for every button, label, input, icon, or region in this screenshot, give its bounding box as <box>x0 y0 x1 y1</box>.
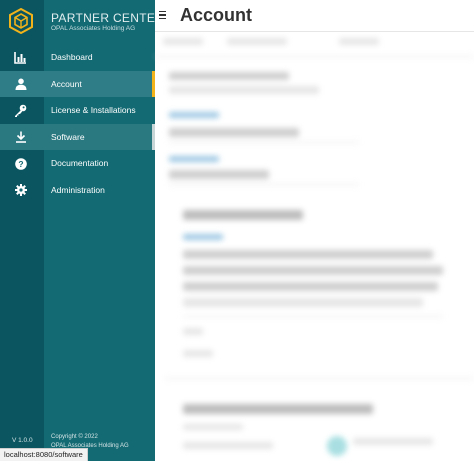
copyright-line: Copyright © 2022 <box>51 434 98 440</box>
download-icon <box>14 131 27 144</box>
sidebar-item-dashboard[interactable]: Dashboard <box>0 44 155 71</box>
blurred-account-content <box>155 32 474 461</box>
page-title: Account <box>180 5 252 25</box>
partner-center-logo-icon <box>9 8 33 34</box>
app-version: V 1.0.0 <box>12 437 33 444</box>
brand[interactable]: PARTNER CENTER OPAL Associates Holding A… <box>0 0 164 42</box>
bar-chart-icon <box>14 51 27 64</box>
user-icon <box>14 78 27 91</box>
help-icon: ? <box>14 157 27 170</box>
top-bar: Account <box>155 0 474 32</box>
sidebar-item-label: Account <box>51 78 82 89</box>
sidebar-item-account[interactable]: Account <box>0 70 155 97</box>
sidebar-item-administration[interactable]: Administration <box>0 177 155 204</box>
sidebar-item-label: Dashboard <box>51 52 93 62</box>
sidebar-item-label: Administration <box>51 184 105 195</box>
sidebar-item-license-installations[interactable]: License & Installations <box>0 97 155 124</box>
brand-subtitle: OPAL Associates Holding AG <box>51 25 136 32</box>
main-content: Account <box>155 0 474 461</box>
sidebar-item-label: Documentation <box>51 158 109 168</box>
hamburger-menu-icon[interactable] <box>159 9 168 21</box>
svg-text:?: ? <box>18 159 23 169</box>
key-icon <box>14 104 27 117</box>
gear-icon <box>14 184 27 197</box>
sidebar-item-label: License & Installations <box>51 105 136 115</box>
sidebar-item-software[interactable]: Software <box>0 123 155 150</box>
sidebar-item-label: Software <box>51 131 85 142</box>
sidebar-item-documentation[interactable]: ? Documentation <box>0 150 155 177</box>
status-bar-url: localhost:8080/software <box>0 448 88 461</box>
brand-title: PARTNER CENTER <box>51 11 165 25</box>
sidebar-nav: Dashboard Account License & Installation… <box>0 44 155 203</box>
